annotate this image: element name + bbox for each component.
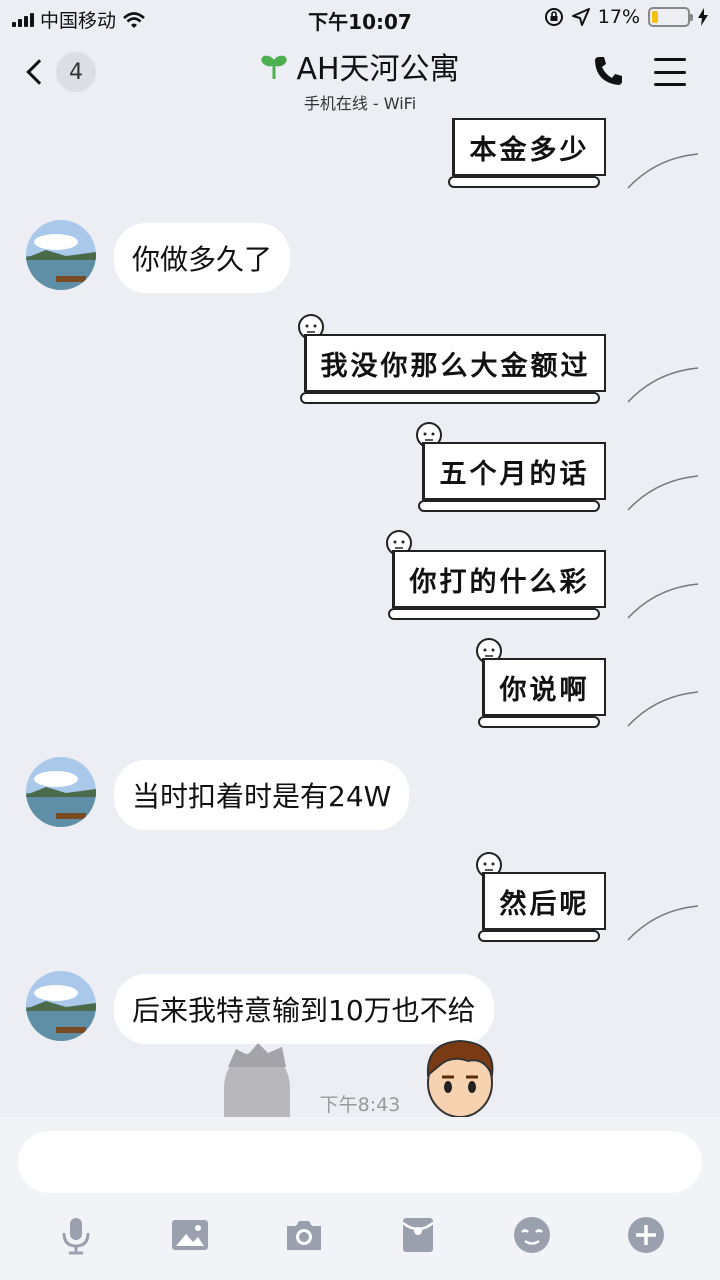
sprout-icon <box>261 55 288 79</box>
image-icon[interactable] <box>170 1215 210 1255</box>
charging-icon <box>698 8 708 26</box>
message-text: 然后呢 <box>499 888 590 920</box>
message-text: 你说啊 <box>499 674 590 706</box>
rotation-lock-icon <box>544 8 563 26</box>
avatar[interactable] <box>26 757 96 827</box>
message-received[interactable]: 当时扣着时是有24W <box>114 760 410 830</box>
location-icon <box>571 8 590 26</box>
message-timestamp: 下午8:43 <box>319 1094 401 1116</box>
bubble-decoration <box>627 153 699 189</box>
message-text: 本金多少 <box>469 134 590 166</box>
nav-bar: 4 AH天河公寓 手机在线 - WiFi <box>0 36 720 113</box>
message-text: 后来我特意输到10万也不给 <box>132 994 476 1027</box>
boy-character-icon <box>426 1039 494 1117</box>
camera-icon[interactable] <box>284 1215 324 1255</box>
message-text: 我没你那么大金额过 <box>320 350 591 382</box>
message-text: 五个月的话 <box>439 458 590 490</box>
message-sent[interactable]: 五个月的话 <box>416 422 606 512</box>
bubble-decoration <box>627 475 699 511</box>
message-sent[interactable]: 然后呢 <box>476 852 606 942</box>
message-text: 你打的什么彩 <box>409 566 590 598</box>
composer <box>0 1117 720 1280</box>
red-packet-icon[interactable] <box>398 1215 438 1255</box>
phone-call-icon[interactable] <box>592 54 626 88</box>
microphone-icon[interactable] <box>56 1215 96 1255</box>
message-input[interactable] <box>18 1131 702 1193</box>
menu-icon[interactable] <box>654 58 686 86</box>
avatar[interactable] <box>26 220 96 290</box>
page-title: AH天河公寓 <box>296 52 460 87</box>
message-sent[interactable]: 你打的什么彩 <box>386 530 606 620</box>
message-sent[interactable]: 本金多少 <box>448 114 606 188</box>
emoji-icon[interactable] <box>512 1215 552 1255</box>
message-sent[interactable]: 你说啊 <box>476 638 606 728</box>
message-received[interactable]: 你做多久了 <box>114 223 291 293</box>
battery-percent: 17% <box>597 6 640 28</box>
message-list[interactable]: 本金多少 你做多久了 我没你那么大金额过 五个月的话 你打的什么彩 你说啊 当时… <box>0 112 720 1117</box>
bubble-decoration <box>627 691 699 727</box>
bubble-decoration <box>627 583 699 619</box>
message-received[interactable]: 后来我特意输到10万也不给 <box>114 974 494 1044</box>
online-status: 手机在线 - WiFi <box>303 94 417 113</box>
avatar[interactable] <box>26 971 96 1041</box>
status-bar: 中国移动 下午10:07 17% <box>0 0 720 36</box>
message-text: 你做多久了 <box>132 243 273 276</box>
message-sent[interactable]: 我没你那么大金额过 <box>298 314 606 404</box>
bubble-decoration <box>627 367 699 403</box>
battery-icon <box>648 7 693 27</box>
message-text: 当时扣着时是有24W <box>132 780 392 813</box>
bubble-decoration <box>627 905 699 941</box>
plus-icon[interactable] <box>626 1215 666 1255</box>
